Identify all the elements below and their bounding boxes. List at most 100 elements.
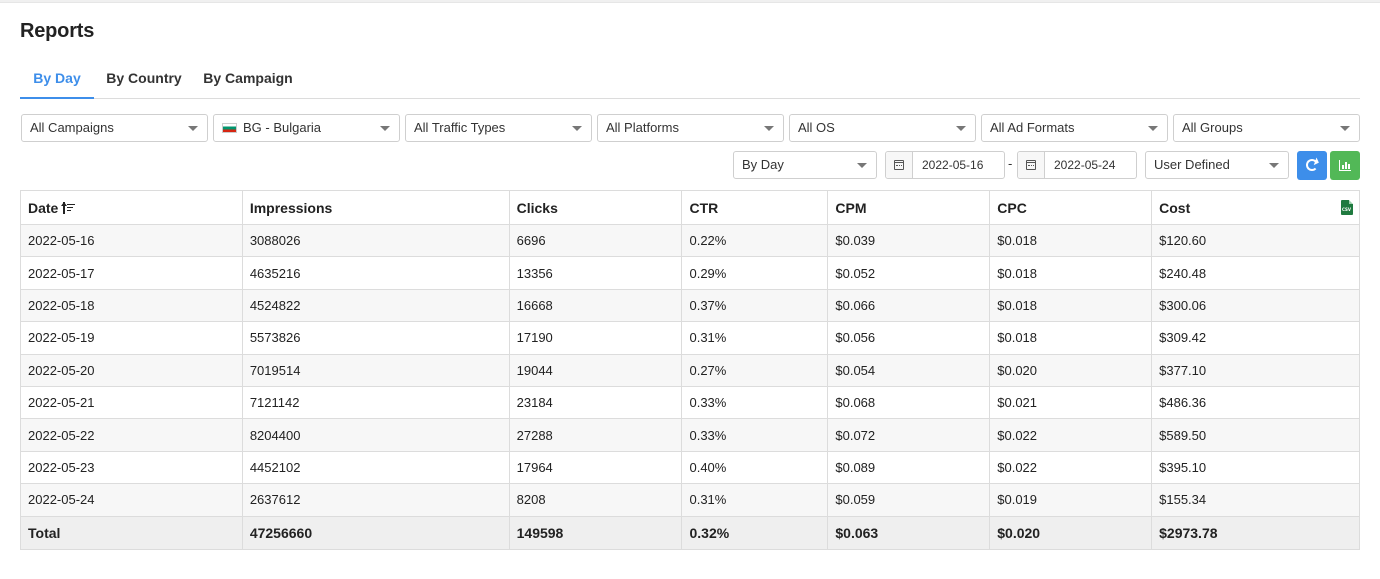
bulgaria-flag-icon [222,123,237,133]
table-cell: 23184 [508,385,683,420]
chevron-down-icon [956,126,966,131]
date-to-value: 2022-05-24 [1054,158,1116,172]
table-cell: 2022-05-22 [20,418,243,452]
tab-by-country[interactable]: By Country [100,60,188,99]
table-cell: $309.42 [1151,321,1360,355]
table-cell: 5573826 [241,321,510,355]
table-row: 2022-05-16 3088026 6696 0.22% $0.039 $0.018 $1… [20,223,1360,258]
date-from-value: 2022-05-16 [922,158,984,172]
column-header-ctr[interactable]: CTR [681,190,829,225]
table-cell: 0.27% [681,353,829,387]
csv-export-icon[interactable]: CSV [1341,200,1353,215]
sort-ascending-icon [61,201,76,214]
table-cell: $0.018 [989,321,1153,355]
table-cell: $0.056 [827,321,991,355]
table-cell: 2022-05-16 [20,223,243,258]
date-from-field[interactable]: 2022-05-16 [885,151,1005,179]
column-header-label: Date [28,199,59,216]
table-cell: 16668 [508,288,683,323]
table-cell: 2022-05-23 [20,450,243,485]
table-cell: 0.29% [681,256,829,290]
ad-formats-select-value: All Ad Formats [990,120,1075,135]
country-select-value: BG - Bulgaria [243,120,322,135]
table-cell: $0.054 [827,353,991,387]
traffic-types-select-value: All Traffic Types [414,120,506,135]
os-select-value: All OS [798,120,835,135]
column-header-label: Cost [1159,199,1191,216]
campaigns-select-value: All Campaigns [30,120,114,135]
table-cell: $395.10 [1151,450,1360,485]
bar-chart-icon [1339,160,1351,171]
table-cell: $377.10 [1151,353,1360,387]
country-select[interactable]: BG - Bulgaria [213,114,400,142]
chevron-down-icon [764,126,774,131]
table-cell: 4524822 [241,288,510,323]
table-cell: 8204400 [241,418,510,452]
range-preset-select-value: User Defined [1154,157,1230,172]
table-cell: $0.089 [827,450,991,485]
table-cell: $0.022 [989,450,1153,485]
table-cell: $155.34 [1151,483,1360,517]
campaigns-select[interactable]: All Campaigns [21,114,208,142]
table-cell: 2022-05-17 [20,256,243,290]
report-table: Date Impressions Clicks CTR CPM CPC Cost… [20,190,1360,550]
table-cell: 7019514 [241,353,510,387]
total-cell: 149598 [508,515,683,550]
table-cell: $0.039 [827,223,991,258]
table-cell: 0.31% [681,483,829,517]
chart-button[interactable] [1330,151,1360,180]
table-cell: $486.36 [1151,385,1360,420]
table-header-row: Date Impressions Clicks CTR CPM CPC Cost… [20,190,1360,225]
table-cell: 17190 [508,321,683,355]
table-cell: 2022-05-21 [20,385,243,420]
refresh-button[interactable] [1297,151,1327,180]
total-cell: 0.32% [681,515,829,550]
table-cell: $240.48 [1151,256,1360,290]
table-cell: 13356 [508,256,683,290]
table-cell: $0.020 [989,353,1153,387]
column-header-cpc[interactable]: CPC [989,190,1153,225]
ad-formats-select[interactable]: All Ad Formats [981,114,1168,142]
chevron-down-icon [188,126,198,131]
table-cell: $0.018 [989,223,1153,258]
table-cell: 27288 [508,418,683,452]
total-cell: $0.063 [827,515,991,550]
table-cell: 2022-05-18 [20,288,243,323]
calendar-icon[interactable] [1018,152,1045,178]
table-row: 2022-05-19 5573826 17190 0.31% $0.056 $0.018 $… [20,321,1360,355]
table-cell: $589.50 [1151,418,1360,452]
calendar-icon[interactable] [886,152,913,178]
range-preset-select[interactable]: User Defined [1145,151,1289,179]
column-header-clicks[interactable]: Clicks [508,190,683,225]
column-header-cost[interactable]: Cost CSV [1151,190,1360,225]
platforms-select[interactable]: All Platforms [597,114,784,142]
table-cell: $0.022 [989,418,1153,452]
group-by-select-value: By Day [742,157,784,172]
table-cell: 0.33% [681,385,829,420]
column-header-date[interactable]: Date [20,190,243,225]
table-cell: 0.22% [681,223,829,258]
date-separator: - [1008,156,1013,171]
table-cell: 4452102 [241,450,510,485]
total-cell: 47256660 [241,515,510,550]
table-cell: 19044 [508,353,683,387]
table-cell: $0.021 [989,385,1153,420]
table-cell: 7121142 [241,385,510,420]
os-select[interactable]: All OS [789,114,976,142]
column-header-cpm[interactable]: CPM [827,190,991,225]
tab-by-day[interactable]: By Day [20,60,94,99]
column-header-impressions[interactable]: Impressions [241,190,510,225]
chevron-down-icon [857,163,867,168]
traffic-types-select[interactable]: All Traffic Types [405,114,592,142]
group-by-select[interactable]: By Day [733,151,877,179]
groups-select[interactable]: All Groups [1173,114,1360,142]
table-cell: 6696 [508,223,683,258]
tab-by-campaign[interactable]: By Campaign [200,60,296,99]
date-to-field[interactable]: 2022-05-24 [1017,151,1137,179]
table-cell: 2022-05-24 [20,483,243,517]
table-total-row: Total 47256660 149598 0.32% $0.063 $0.02… [20,515,1360,550]
total-cell: $0.020 [989,515,1153,550]
top-border [0,0,1380,3]
table-cell: $0.019 [989,483,1153,517]
table-cell: 8208 [508,483,683,517]
